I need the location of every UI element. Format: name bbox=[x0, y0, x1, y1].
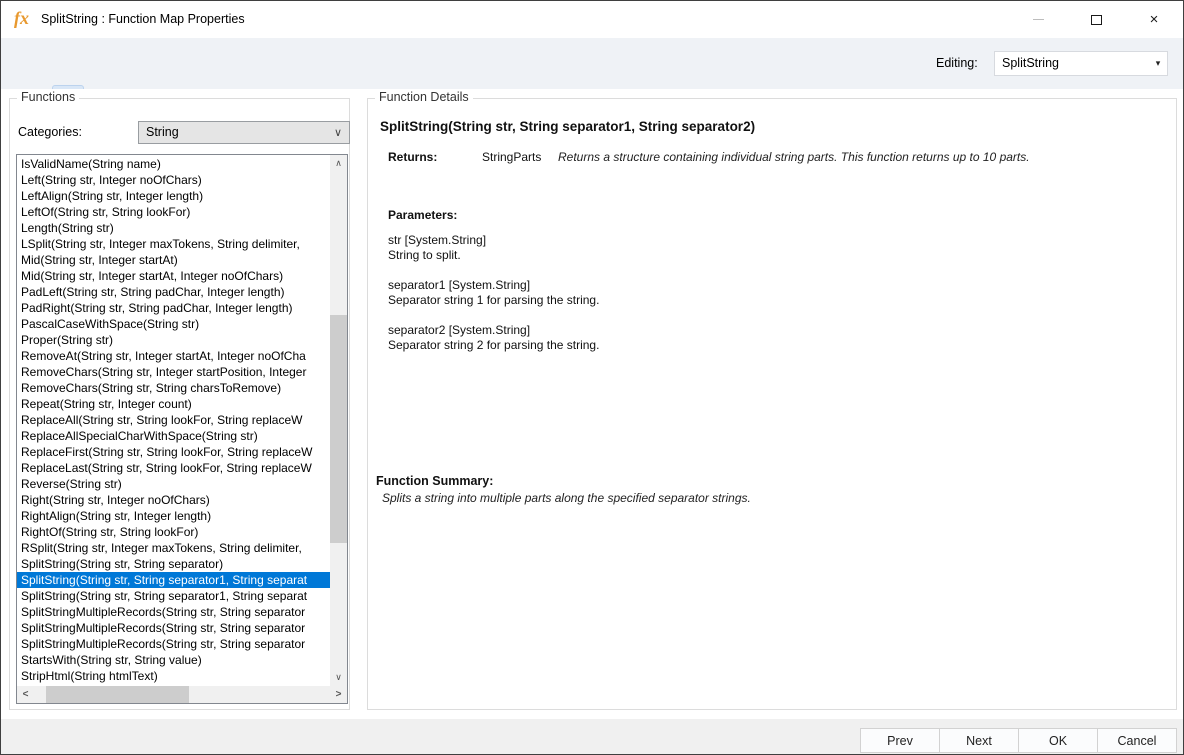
vertical-scrollbar[interactable]: ∧ ∨ bbox=[330, 155, 347, 686]
function-details-groupbox-title: Function Details bbox=[375, 90, 473, 104]
dialog-window: fx SplitString : Function Map Properties… bbox=[0, 0, 1184, 755]
parameter-name: separator2 [System.String] bbox=[388, 323, 599, 338]
function-list-item[interactable]: Length(String str) bbox=[20, 220, 330, 236]
categories-label: Categories: bbox=[18, 125, 82, 139]
function-list-item[interactable]: Proper(String str) bbox=[20, 332, 330, 348]
maximize-button[interactable] bbox=[1067, 1, 1125, 38]
functions-groupbox: Functions Categories: String ∨ IsValidNa… bbox=[9, 98, 350, 710]
function-list-item[interactable]: LeftOf(String str, String lookFor) bbox=[20, 204, 330, 220]
scroll-right-icon[interactable]: > bbox=[330, 686, 347, 703]
horizontal-scroll-thumb[interactable] bbox=[46, 686, 189, 703]
toolbar: ← → ▾ Editing: SplitString ▾ bbox=[1, 38, 1183, 89]
function-list-item[interactable]: SplitString(String str, String separator… bbox=[17, 572, 330, 588]
title-bar: fx SplitString : Function Map Properties… bbox=[1, 1, 1183, 38]
horizontal-scrollbar[interactable]: < > bbox=[17, 686, 347, 703]
ok-button[interactable]: OK bbox=[1018, 728, 1098, 753]
function-summary-label: Function Summary: bbox=[376, 474, 493, 488]
scroll-up-icon[interactable]: ∧ bbox=[330, 155, 347, 172]
next-button[interactable]: Next bbox=[939, 728, 1019, 753]
function-list: IsValidName(String name)Left(String str,… bbox=[17, 155, 330, 686]
parameter-description: Separator string 1 for parsing the strin… bbox=[388, 293, 599, 308]
minimize-button[interactable] bbox=[1009, 1, 1067, 38]
prev-button[interactable]: Prev bbox=[860, 728, 940, 753]
function-list-item[interactable]: RightOf(String str, String lookFor) bbox=[20, 524, 330, 540]
function-list-item[interactable]: RemoveAt(String str, Integer startAt, In… bbox=[20, 348, 330, 364]
minimize-icon bbox=[1033, 19, 1044, 20]
function-list-item[interactable]: Reverse(String str) bbox=[20, 476, 330, 492]
function-list-item[interactable]: RemoveChars(String str, Integer startPos… bbox=[20, 364, 330, 380]
editing-label: Editing: bbox=[936, 38, 978, 89]
vertical-scroll-thumb[interactable] bbox=[330, 315, 347, 543]
function-list-item[interactable]: ReplaceAll(String str, String lookFor, S… bbox=[20, 412, 330, 428]
returns-type: StringParts bbox=[482, 150, 541, 164]
functions-groupbox-title: Functions bbox=[17, 90, 79, 104]
parameter-description: String to split. bbox=[388, 248, 599, 263]
editing-combobox-value: SplitString bbox=[1002, 52, 1059, 75]
function-details-groupbox: Function Details SplitString(String str,… bbox=[367, 98, 1177, 710]
parameter-block: separator1 [System.String]Separator stri… bbox=[388, 278, 599, 308]
cancel-button[interactable]: Cancel bbox=[1097, 728, 1177, 753]
editing-combobox[interactable]: SplitString ▾ bbox=[994, 51, 1168, 76]
function-list-item[interactable]: RightAlign(String str, Integer length) bbox=[20, 508, 330, 524]
function-list-item[interactable]: SplitString(String str, String separator… bbox=[20, 556, 330, 572]
categories-combobox-value: String bbox=[146, 122, 179, 143]
function-list-item[interactable]: StartsWith(String str, String value) bbox=[20, 652, 330, 668]
function-signature: SplitString(String str, String separator… bbox=[380, 119, 755, 134]
function-list-item[interactable]: ReplaceFirst(String str, String lookFor,… bbox=[20, 444, 330, 460]
categories-combobox[interactable]: String ∨ bbox=[138, 121, 350, 144]
parameters-label: Parameters: bbox=[388, 208, 457, 222]
function-list-item[interactable]: PadRight(String str, String padChar, Int… bbox=[20, 300, 330, 316]
function-list-item[interactable]: LeftAlign(String str, Integer length) bbox=[20, 188, 330, 204]
function-list-item[interactable]: PascalCaseWithSpace(String str) bbox=[20, 316, 330, 332]
close-button[interactable]: × bbox=[1125, 1, 1183, 38]
footer-buttons: PrevNextOKCancel bbox=[861, 728, 1177, 753]
parameter-block: str [System.String]String to split. bbox=[388, 233, 599, 263]
close-icon: × bbox=[1150, 12, 1159, 27]
function-list-item[interactable]: Mid(String str, Integer startAt) bbox=[20, 252, 330, 268]
window-title: SplitString : Function Map Properties bbox=[41, 1, 245, 38]
function-list-item[interactable]: Mid(String str, Integer startAt, Integer… bbox=[20, 268, 330, 284]
fx-app-icon: fx bbox=[14, 8, 29, 29]
parameter-block: separator2 [System.String]Separator stri… bbox=[388, 323, 599, 353]
function-list-item[interactable]: RSplit(String str, Integer maxTokens, St… bbox=[20, 540, 330, 556]
function-list-item[interactable]: SplitString(String str, String separator… bbox=[20, 588, 330, 604]
function-list-item[interactable]: IsValidName(String name) bbox=[20, 156, 330, 172]
function-list-item[interactable]: LSplit(String str, Integer maxTokens, St… bbox=[20, 236, 330, 252]
parameter-name: str [System.String] bbox=[388, 233, 599, 248]
scroll-left-icon[interactable]: < bbox=[17, 686, 34, 703]
function-listbox: IsValidName(String name)Left(String str,… bbox=[16, 154, 348, 704]
function-list-item[interactable]: StripHtml(String htmlText) bbox=[20, 668, 330, 684]
function-list-item[interactable]: SplitStringMultipleRecords(String str, S… bbox=[20, 604, 330, 620]
window-controls: × bbox=[1009, 1, 1183, 38]
categories-combobox-chevron-icon[interactable]: ∨ bbox=[331, 122, 345, 143]
function-list-item[interactable]: ReplaceLast(String str, String lookFor, … bbox=[20, 460, 330, 476]
scroll-down-icon[interactable]: ∨ bbox=[330, 669, 347, 686]
parameter-name: separator1 [System.String] bbox=[388, 278, 599, 293]
function-list-item[interactable]: RemoveChars(String str, String charsToRe… bbox=[20, 380, 330, 396]
editing-combobox-dropdown-icon[interactable]: ▾ bbox=[1149, 52, 1167, 75]
function-list-item[interactable]: SplitStringMultipleRecords(String str, S… bbox=[20, 620, 330, 636]
function-list-item[interactable]: Left(String str, Integer noOfChars) bbox=[20, 172, 330, 188]
maximize-icon bbox=[1091, 15, 1102, 25]
function-list-item[interactable]: ReplaceAllSpecialCharWithSpace(String st… bbox=[20, 428, 330, 444]
function-list-item[interactable]: SplitStringMultipleRecords(String str, S… bbox=[20, 636, 330, 652]
function-list-item[interactable]: Repeat(String str, Integer count) bbox=[20, 396, 330, 412]
parameter-description: Separator string 2 for parsing the strin… bbox=[388, 338, 599, 353]
function-summary-text: Splits a string into multiple parts alon… bbox=[382, 491, 751, 505]
returns-label: Returns: bbox=[388, 150, 437, 164]
footer-bar: PrevNextOKCancel bbox=[1, 719, 1183, 755]
returns-description: Returns a structure containing individua… bbox=[558, 150, 1158, 164]
parameters-list: str [System.String]String to split. separ… bbox=[388, 233, 599, 368]
function-list-item[interactable]: PadLeft(String str, String padChar, Inte… bbox=[20, 284, 330, 300]
content-area: Functions Categories: String ∨ IsValidNa… bbox=[1, 89, 1183, 719]
function-list-item[interactable]: Right(String str, Integer noOfChars) bbox=[20, 492, 330, 508]
